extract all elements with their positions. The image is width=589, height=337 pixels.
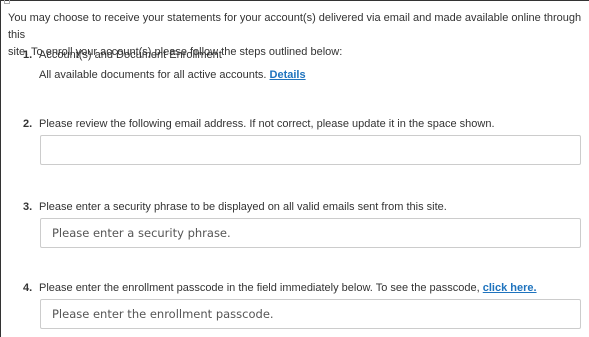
step-1-subtext: All available documents for all active a… [39, 69, 267, 81]
step-2: 2. Please review the following email addr… [23, 118, 495, 130]
step-number: 3. [23, 201, 33, 213]
step-label: Account(s) and Document Enrollment [39, 49, 222, 61]
passcode-click-here-link[interactable]: click here. [483, 282, 537, 294]
security-phrase-input[interactable] [40, 218, 581, 248]
step-number: 2. [23, 118, 33, 130]
corner-mark [4, 0, 10, 4]
step-1: 1. Account(s) and Document Enrollment [23, 49, 222, 61]
intro-line-1: You may choose to receive your statement… [8, 12, 582, 41]
step-4: 4. Please enter the enrollment passcode i… [23, 282, 537, 294]
step-label: Please enter the enrollment passcode in … [39, 282, 480, 294]
step-1-description: All available documents for all active a… [39, 69, 306, 81]
step-3: 3. Please enter a security phrase to be d… [23, 201, 447, 213]
step-label: Please enter a security phrase to be dis… [39, 201, 447, 213]
enrollment-passcode-input[interactable] [40, 299, 581, 329]
step-label: Please review the following email addres… [39, 118, 495, 130]
step-number: 1. [23, 49, 33, 61]
details-link[interactable]: Details [270, 69, 306, 81]
step-number: 4. [23, 282, 33, 294]
email-field[interactable] [40, 135, 581, 165]
